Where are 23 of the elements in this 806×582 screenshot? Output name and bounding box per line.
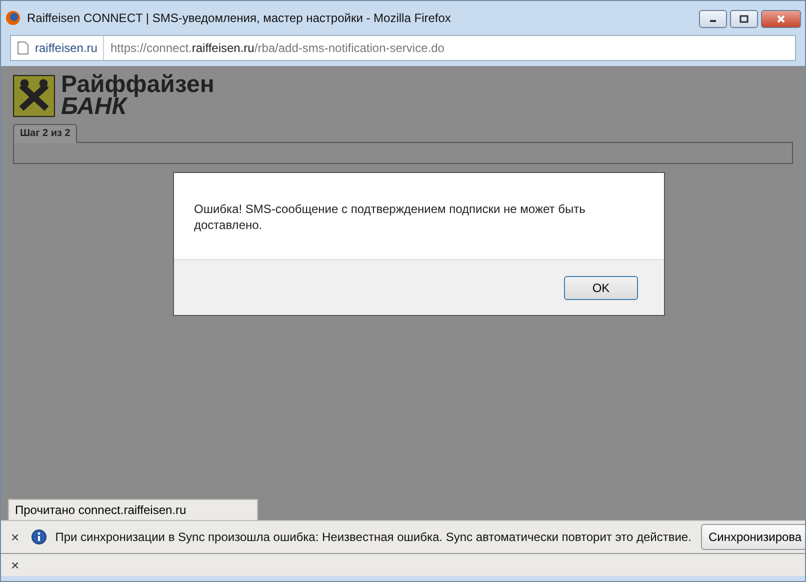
- browser-logo-icon: [5, 10, 21, 26]
- minimize-button[interactable]: [699, 10, 727, 28]
- ok-button[interactable]: OK: [564, 276, 638, 300]
- sync-error-message: При синхронизации в Sync произошла ошибка: Неизвестная ошибка. Sync автоматически повторит это действие.: [55, 530, 692, 544]
- window-title: Raiffeisen CONNECT | SMS-уведомления, мастер настройки - Mozilla Firefox: [27, 11, 452, 25]
- page-icon: [17, 41, 29, 55]
- sync-button[interactable]: Синхронизирова: [701, 524, 805, 550]
- bank-name-subtitle: БАНК: [61, 96, 128, 118]
- address-bar[interactable]: raiffeisen.ru https://connect.raiffeisen.ru/rba/add-sms-notification-service.do: [10, 35, 796, 61]
- close-button[interactable]: [761, 10, 801, 28]
- close-icon: [776, 14, 786, 24]
- maximize-icon: [739, 14, 749, 24]
- close-button[interactable]: ×: [7, 557, 24, 573]
- url-text: https://connect.raiffeisen.ru/rba/add-sms-notification-service.do: [109, 41, 444, 55]
- status-text: Прочитано connect.raiffeisen.ru: [8, 499, 258, 520]
- maximize-button[interactable]: [730, 10, 758, 28]
- step-tab[interactable]: Шаг 2 из 2: [13, 124, 78, 143]
- bank-name: Райффайзен: [61, 74, 214, 96]
- close-button[interactable]: ×: [7, 529, 24, 545]
- error-message: Ошибка! SMS-сообщение с подтверждением подписки не может быть доставлено.: [193, 201, 586, 234]
- site-identity[interactable]: raiffeisen.ru: [35, 36, 104, 60]
- bank-logo-icon: [13, 75, 55, 117]
- info-icon: [31, 529, 48, 545]
